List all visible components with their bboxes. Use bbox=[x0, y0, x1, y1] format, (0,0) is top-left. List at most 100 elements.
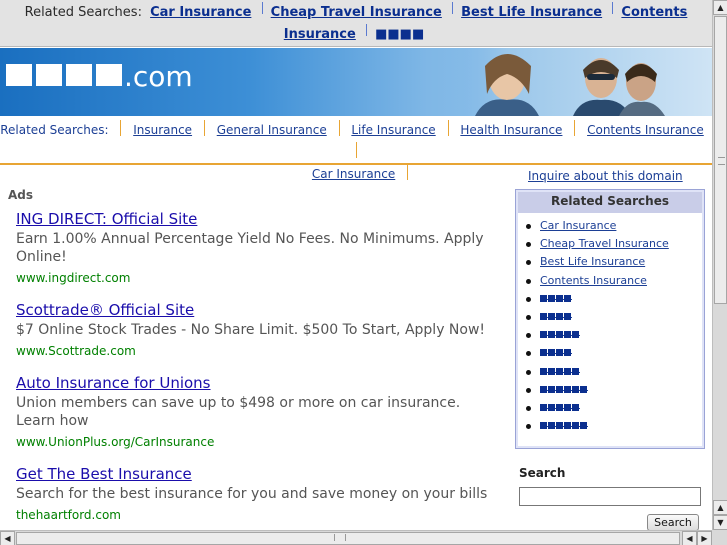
list-item bbox=[526, 418, 669, 436]
arrow-right-icon: ▶ bbox=[701, 534, 708, 543]
ad-title-link[interactable]: Scottrade® Official Site bbox=[16, 300, 492, 320]
related-searches-nav: Related Searches: Insurance General Insu… bbox=[0, 117, 712, 181]
search-input[interactable] bbox=[519, 487, 701, 506]
bullet-icon bbox=[526, 405, 531, 411]
top-link-best-life-insurance[interactable]: Best Life Insurance bbox=[461, 5, 602, 20]
header-banner: .com bbox=[0, 48, 712, 116]
ads-label: Ads bbox=[8, 188, 34, 202]
ad-url-link[interactable]: www.ingdirect.com bbox=[16, 271, 492, 285]
related-link-best-life-insurance[interactable]: Best Life Insurance bbox=[540, 255, 645, 268]
separator bbox=[365, 24, 367, 36]
arrow-up-icon: ▲ bbox=[717, 3, 724, 12]
separator bbox=[120, 120, 122, 136]
ad-description: Search for the best insurance for you an… bbox=[16, 486, 488, 502]
bullet-icon bbox=[526, 333, 531, 339]
ad-url-link[interactable]: thehaartford.com bbox=[16, 508, 492, 522]
list-item bbox=[526, 309, 669, 327]
grip-icon bbox=[334, 534, 346, 541]
related-link-car-insurance[interactable]: Car Insurance bbox=[540, 219, 616, 232]
grip-icon bbox=[718, 157, 725, 165]
bullet-icon bbox=[526, 387, 531, 393]
related-searches-panel: Related Searches Car Insurance Cheap Tra… bbox=[515, 189, 705, 449]
related-link-masked[interactable] bbox=[540, 291, 572, 302]
list-item: Contents Insurance bbox=[526, 273, 669, 291]
ad-item: Get The Best Insurance Search for the be… bbox=[16, 464, 492, 522]
ad-description: $7 Online Stock Trades - No Share Limit.… bbox=[16, 322, 486, 338]
bullet-icon bbox=[526, 424, 531, 430]
ad-item: Scottrade® Official Site $7 Online Stock… bbox=[16, 300, 492, 358]
separator bbox=[261, 2, 263, 14]
scroll-up-button[interactable]: ▲ bbox=[713, 0, 727, 15]
arrow-left-icon: ◀ bbox=[686, 534, 693, 543]
nav-link-general-insurance[interactable]: General Insurance bbox=[217, 123, 327, 137]
related-link-masked[interactable] bbox=[540, 345, 572, 357]
vertical-scroll-thumb[interactable] bbox=[714, 16, 727, 304]
banner-photo bbox=[455, 48, 712, 116]
list-item bbox=[526, 364, 669, 382]
arrow-left-icon: ◀ bbox=[4, 534, 11, 543]
related-link-masked[interactable] bbox=[540, 309, 572, 320]
horizontal-scrollbar[interactable]: ◀ ◀ ▶ bbox=[0, 530, 712, 545]
related-link-contents-insurance[interactable]: Contents Insurance bbox=[540, 274, 647, 287]
separator bbox=[326, 46, 327, 47]
top-link-cheap-travel-insurance[interactable]: Cheap Travel Insurance bbox=[271, 5, 442, 20]
nav-link-contents-insurance[interactable]: Contents Insurance bbox=[587, 123, 704, 137]
scroll-down-button[interactable]: ▼ bbox=[713, 515, 727, 530]
scroll-left-button-right[interactable]: ◀ bbox=[682, 531, 697, 545]
related-searches-list: Car Insurance Cheap Travel Insurance Bes… bbox=[526, 218, 669, 436]
top-link-car-insurance[interactable]: Car Insurance bbox=[150, 5, 251, 20]
ad-item: ING DIRECT: Official Site Earn 1.00% Ann… bbox=[16, 209, 492, 285]
list-item: Cheap Travel Insurance bbox=[526, 236, 669, 254]
related-link-masked[interactable] bbox=[540, 364, 580, 375]
bullet-icon bbox=[526, 296, 531, 302]
related-link-masked[interactable] bbox=[540, 400, 580, 411]
nav-link-health-insurance[interactable]: Health Insurance bbox=[460, 123, 562, 137]
scroll-left-button[interactable]: ◀ bbox=[0, 531, 15, 545]
ad-url-link[interactable]: www.UnionPlus.org/CarInsurance bbox=[16, 435, 492, 449]
bullet-icon bbox=[526, 224, 531, 229]
separator bbox=[451, 2, 453, 14]
masked-domain-name bbox=[6, 64, 122, 86]
top-link-hidden-1[interactable]: ■■■■ bbox=[375, 27, 424, 42]
bullet-icon bbox=[526, 314, 531, 320]
nav-link-insurance[interactable]: Insurance bbox=[133, 123, 192, 137]
ad-title-link[interactable]: Auto Insurance for Unions bbox=[16, 373, 492, 393]
arrow-down-icon: ▼ bbox=[717, 518, 724, 527]
ads-section: Ads ING DIRECT: Official Site Earn 1.00%… bbox=[0, 167, 500, 530]
list-item: Car Insurance bbox=[526, 218, 669, 236]
top-related-searches-bar: Related Searches: Car Insurance Cheap Tr… bbox=[0, 0, 712, 47]
related-searches-title: Related Searches bbox=[518, 192, 702, 214]
bullet-icon bbox=[526, 278, 531, 284]
masked-text: ■■■■ bbox=[375, 27, 425, 42]
list-item bbox=[526, 345, 669, 363]
scroll-right-button[interactable]: ▶ bbox=[697, 531, 712, 545]
ad-title-link[interactable]: ING DIRECT: Official Site bbox=[16, 209, 492, 229]
ad-description: Earn 1.00% Annual Percentage Yield No Fe… bbox=[16, 231, 484, 265]
separator bbox=[203, 120, 205, 136]
separator bbox=[355, 142, 357, 158]
separator bbox=[574, 120, 576, 136]
ad-description: Union members can save up to $498 or mor… bbox=[16, 395, 461, 429]
ad-item: Auto Insurance for Unions Union members … bbox=[16, 373, 492, 449]
bullet-icon bbox=[526, 351, 531, 357]
bullet-icon bbox=[526, 242, 531, 248]
ad-url-link[interactable]: www.Scottrade.com bbox=[16, 344, 492, 358]
related-link-cheap-travel-insurance[interactable]: Cheap Travel Insurance bbox=[540, 237, 669, 250]
horizontal-scroll-thumb[interactable] bbox=[16, 532, 680, 545]
bullet-icon bbox=[526, 260, 531, 266]
nav-link-life-insurance[interactable]: Life Insurance bbox=[351, 123, 435, 137]
related-link-masked[interactable] bbox=[540, 382, 588, 393]
related-link-masked[interactable] bbox=[540, 418, 588, 430]
ad-title-link[interactable]: Get The Best Insurance bbox=[16, 464, 492, 484]
separator bbox=[447, 120, 449, 136]
separator bbox=[612, 2, 614, 14]
related-link-masked[interactable] bbox=[540, 327, 580, 339]
scroll-up-button-bottom[interactable]: ▲ bbox=[713, 500, 727, 515]
vertical-scrollbar[interactable]: ▲ ▲ ▼ bbox=[712, 0, 727, 530]
separator bbox=[338, 120, 340, 136]
list-item bbox=[526, 400, 669, 418]
search-button[interactable]: Search bbox=[647, 514, 699, 531]
list-item: Best Life Insurance bbox=[526, 254, 669, 272]
list-item bbox=[526, 327, 669, 345]
inquire-domain-link[interactable]: Inquire about this domain bbox=[528, 169, 683, 183]
